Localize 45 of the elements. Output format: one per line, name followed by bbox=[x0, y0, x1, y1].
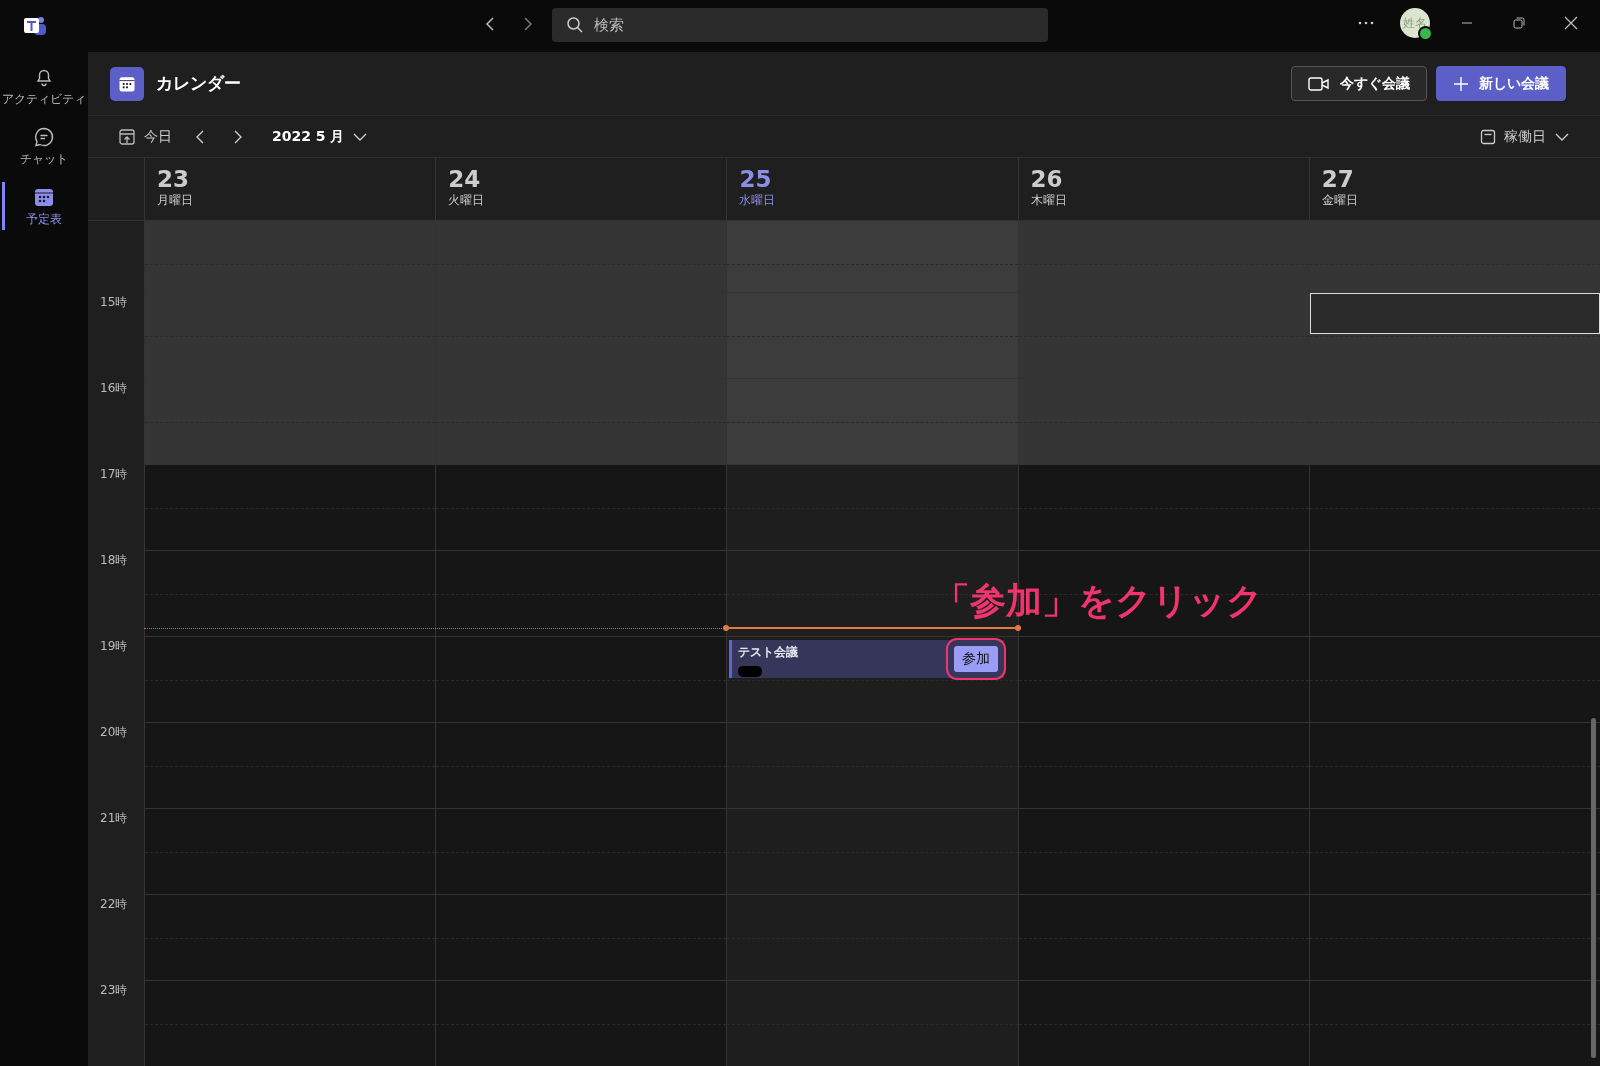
chevron-down-icon bbox=[352, 131, 369, 142]
close-icon bbox=[1564, 16, 1578, 30]
join-button[interactable]: 参加 bbox=[953, 646, 998, 672]
selected-time-slot[interactable] bbox=[1309, 293, 1600, 334]
calendar-event[interactable]: テスト会議 参加 bbox=[729, 640, 1004, 678]
day-number: 23 bbox=[157, 166, 190, 192]
restore-icon bbox=[1512, 16, 1526, 30]
sidebar-item[interactable]: アクティビティ bbox=[0, 56, 88, 116]
sidebar-item[interactable]: チャット bbox=[0, 116, 88, 176]
chevron-down-icon bbox=[1554, 131, 1570, 142]
view-picker[interactable]: 稼働日 bbox=[1480, 127, 1570, 146]
view-icon bbox=[1480, 128, 1496, 145]
event-title: テスト会議 bbox=[738, 644, 800, 661]
weekday-label: 月曜日 bbox=[157, 192, 194, 209]
plus-icon bbox=[1453, 75, 1469, 92]
hour-label: 16時 bbox=[100, 381, 128, 395]
weekday-label: 火曜日 bbox=[448, 192, 486, 209]
meet-now-button[interactable]: 今すぐ会議 bbox=[1291, 66, 1427, 101]
hour-label: 22時 bbox=[100, 897, 128, 911]
new-meeting-button[interactable]: 新しい会議 bbox=[1436, 66, 1566, 101]
page-title: カレンダー bbox=[156, 72, 242, 95]
hour-label: 18時 bbox=[100, 553, 128, 567]
video-camera-icon bbox=[1308, 75, 1330, 92]
redacted-mark bbox=[738, 666, 763, 677]
hour-label: 15時 bbox=[100, 295, 128, 309]
weekday-label: 金曜日 bbox=[1321, 192, 1359, 209]
sidebar-item[interactable]: 予定表 bbox=[0, 176, 88, 236]
today-button[interactable]: 今日 bbox=[118, 127, 172, 146]
weekday-label: 木曜日 bbox=[1030, 192, 1068, 209]
hour-label: 17時 bbox=[100, 467, 128, 481]
annotation-text: 「参加」をクリック bbox=[934, 579, 1263, 623]
more-icon bbox=[1358, 21, 1374, 25]
day-number: 25 bbox=[739, 166, 773, 192]
search-icon bbox=[566, 16, 584, 34]
calendar-app-icon bbox=[110, 66, 144, 101]
hour-label: 19時 bbox=[100, 639, 128, 653]
day-number: 26 bbox=[1030, 166, 1064, 192]
scrollbar[interactable] bbox=[1591, 718, 1596, 1058]
hour-label: 21時 bbox=[100, 811, 128, 825]
month-picker[interactable]: 2022 5 月 bbox=[272, 127, 369, 146]
hour-label: 23時 bbox=[100, 983, 128, 997]
weekday-label: 水曜日 bbox=[739, 192, 777, 209]
day-number: 27 bbox=[1321, 166, 1355, 192]
day-number: 24 bbox=[448, 166, 482, 192]
hour-label: 20時 bbox=[100, 725, 128, 739]
